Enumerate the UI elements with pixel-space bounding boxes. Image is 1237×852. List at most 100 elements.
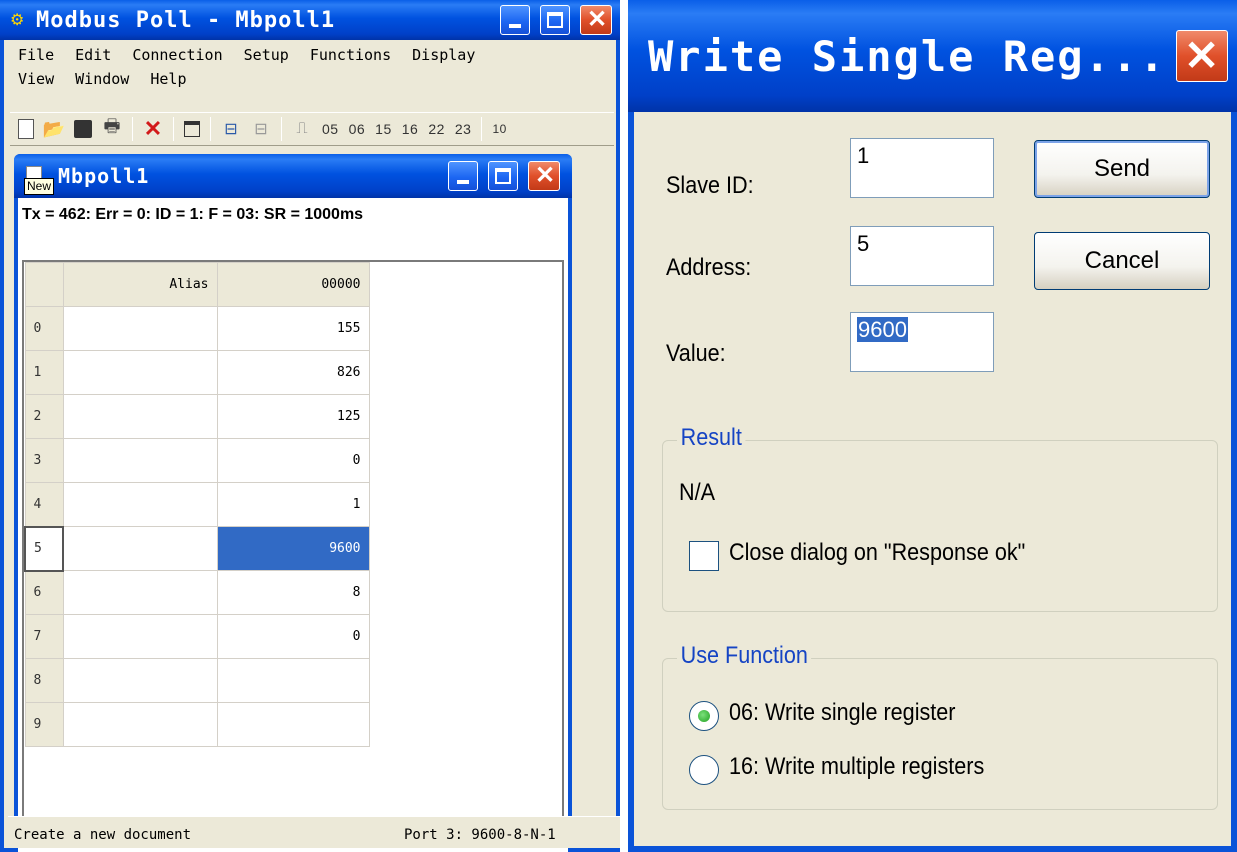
cancel-button[interactable]: Cancel	[1034, 232, 1210, 290]
child-client-area: Tx = 462: Err = 0: ID = 1: F = 03: SR = …	[18, 198, 568, 852]
close-on-ok-checkbox[interactable]	[689, 541, 719, 571]
row-header[interactable]: 3	[24, 438, 64, 483]
value-input[interactable]: 9600	[850, 312, 994, 372]
register-value-cell[interactable]: 826	[216, 350, 370, 395]
function-05-button[interactable]: 05	[322, 121, 339, 137]
dialog-title: Write Single Reg...	[648, 31, 1167, 81]
minimize-button[interactable]	[500, 5, 530, 35]
alias-cell[interactable]	[62, 658, 218, 703]
menu-window[interactable]: Window	[75, 70, 129, 88]
maximize-button[interactable]	[540, 5, 570, 35]
row-header[interactable]: 5	[24, 525, 64, 572]
menu-help[interactable]: Help	[150, 70, 186, 88]
alias-cell[interactable]	[62, 570, 218, 615]
menu-display[interactable]: Display	[412, 46, 475, 64]
use-function-groupbox: Use Function 06: Write single register 1…	[662, 642, 1218, 810]
alias-cell[interactable]	[62, 438, 218, 483]
row-header[interactable]: 4	[24, 482, 64, 527]
dialog-title-bar[interactable]: Write Single Reg... ✕	[628, 0, 1237, 112]
close-button[interactable]: ✕	[580, 5, 612, 35]
alias-cell[interactable]	[62, 614, 218, 659]
function-06-radio[interactable]	[689, 701, 719, 731]
maximize-icon	[547, 12, 563, 28]
table-row[interactable]: 41	[24, 482, 370, 527]
function-06-label[interactable]: 06: Write single register	[729, 699, 956, 727]
save-icon[interactable]	[74, 120, 92, 138]
menu-view[interactable]: View	[18, 70, 54, 88]
register-value-cell[interactable]	[216, 658, 370, 703]
table-row[interactable]: 30	[24, 438, 370, 483]
register-value-cell[interactable]: 0	[216, 614, 370, 659]
column-header-address[interactable]: 00000	[216, 262, 370, 307]
register-value-cell[interactable]: 9600	[216, 526, 370, 571]
row-header[interactable]: 6	[24, 570, 64, 615]
row-header[interactable]: 8	[24, 658, 64, 703]
window-icon[interactable]	[184, 121, 200, 137]
register-table: Alias 00000 0 155 1 826 2 125 3 0 4 1 5 9600 6 8 7 0 8 9	[24, 262, 370, 747]
child-title-bar[interactable]: Mbpoll1 ✕	[14, 154, 572, 198]
slave-id-input[interactable]: 1	[850, 138, 994, 198]
function-22-button[interactable]: 22	[428, 121, 445, 137]
menu-functions[interactable]: Functions	[310, 46, 391, 64]
menu-setup[interactable]: Setup	[244, 46, 289, 64]
register-grid: Alias 00000 0 155 1 826 2 125 3 0 4 1 5 9600 6 8 7 0 8 9	[22, 260, 564, 848]
register-value-cell[interactable]: 155	[216, 306, 370, 351]
table-row[interactable]: 0 155	[24, 306, 370, 351]
alias-cell[interactable]	[62, 306, 218, 351]
register-value-cell[interactable]	[216, 702, 370, 747]
function-23-button[interactable]: 23	[455, 121, 472, 137]
table-row[interactable]: 68	[24, 570, 370, 615]
slave-id-label: Slave ID:	[666, 172, 754, 199]
table-row[interactable]: 5 9600	[24, 525, 370, 572]
alias-cell[interactable]	[62, 350, 218, 395]
function-overflow-button[interactable]: 10	[492, 122, 506, 136]
register-value-cell[interactable]: 125	[216, 394, 370, 439]
function-16-button[interactable]: 16	[402, 121, 419, 137]
value-label: Value:	[666, 340, 726, 367]
address-input[interactable]: 5	[850, 226, 994, 286]
disconnect-icon[interactable]: ⊟	[251, 119, 271, 139]
function-16-label[interactable]: 16: Write multiple registers	[729, 753, 984, 781]
table-row[interactable]: 9	[24, 702, 370, 747]
function-06-button[interactable]: 06	[349, 121, 366, 137]
child-maximize-button[interactable]	[488, 161, 518, 191]
delete-icon[interactable]: ✕	[143, 116, 163, 141]
menu-edit[interactable]: Edit	[75, 46, 111, 64]
column-header-alias[interactable]: Alias	[62, 262, 218, 307]
row-header[interactable]: 9	[24, 702, 64, 747]
pulse-icon[interactable]: ⎍	[292, 119, 312, 139]
alias-cell[interactable]	[62, 526, 218, 571]
child-close-button[interactable]: ✕	[528, 161, 560, 191]
alias-cell[interactable]	[62, 394, 218, 439]
table-row[interactable]: 70	[24, 614, 370, 659]
row-header[interactable]: 1	[24, 350, 64, 395]
child-minimize-button[interactable]	[448, 161, 478, 191]
row-header[interactable]: 2	[24, 394, 64, 439]
register-value-cell[interactable]: 0	[216, 438, 370, 483]
menu-file[interactable]: File	[18, 46, 54, 64]
dialog-close-button[interactable]: ✕	[1176, 30, 1228, 82]
new-document-icon[interactable]	[18, 119, 34, 139]
table-body: 0 155 1 826 2 125 3 0 4 1 5 9600 6 8 7 0 8 9	[24, 306, 370, 747]
minimize-icon	[457, 180, 469, 184]
register-value-cell[interactable]: 1	[216, 482, 370, 527]
table-row[interactable]: 1 826	[24, 350, 370, 395]
toolbar-separator	[173, 117, 174, 141]
row-header[interactable]: 0	[24, 306, 64, 351]
function-16-radio[interactable]	[689, 755, 719, 785]
print-icon[interactable]: 🖶	[102, 116, 122, 139]
menu-connection[interactable]: Connection	[132, 46, 222, 64]
open-folder-icon[interactable]: 📂	[43, 119, 65, 139]
close-on-ok-label[interactable]: Close dialog on "Response ok"	[729, 539, 1025, 567]
row-header[interactable]: 7	[24, 614, 64, 659]
register-value-cell[interactable]: 8	[216, 570, 370, 615]
table-row[interactable]: 2 125	[24, 394, 370, 439]
main-title-bar[interactable]: ⚙ Modbus Poll - Mbpoll1 ✕	[0, 0, 620, 40]
function-15-button[interactable]: 15	[375, 121, 392, 137]
send-button[interactable]: Send	[1034, 140, 1210, 198]
alias-cell[interactable]	[62, 702, 218, 747]
alias-cell[interactable]	[62, 482, 218, 527]
send-button-label: Send	[1093, 155, 1151, 182]
connect-icon[interactable]: ⊟	[221, 119, 241, 139]
table-row[interactable]: 8	[24, 658, 370, 703]
